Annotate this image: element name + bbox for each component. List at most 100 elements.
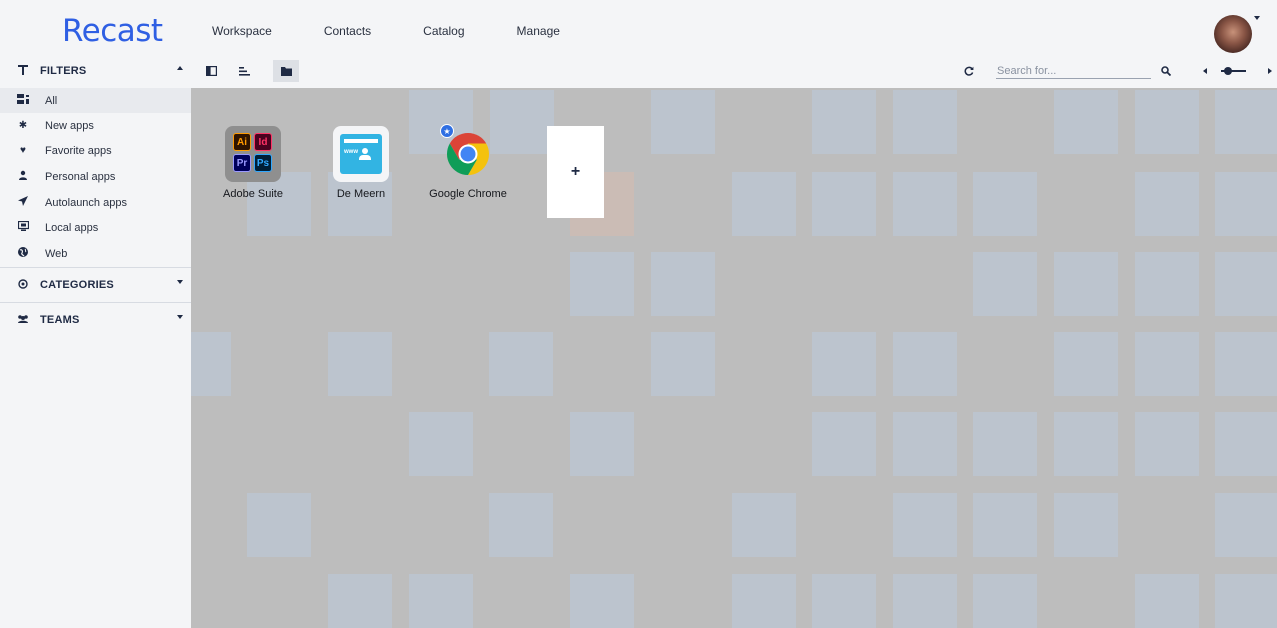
premiere-icon: Pr xyxy=(233,154,251,172)
nav-manage[interactable]: Manage xyxy=(517,24,560,38)
illustrator-icon: Ai xyxy=(233,133,251,151)
search-icon[interactable] xyxy=(1158,63,1174,79)
background-tile xyxy=(812,172,876,236)
chevron-down-icon[interactable] xyxy=(177,315,183,319)
background-tile xyxy=(893,90,957,154)
www-text: www xyxy=(344,149,359,155)
filter-item-favorite-apps[interactable]: ♥ Favorite apps xyxy=(0,138,191,163)
zoom-in-icon[interactable] xyxy=(1262,63,1277,79)
background-tile xyxy=(489,332,553,396)
background-tile xyxy=(893,172,957,236)
workspace-toolbar xyxy=(191,54,1277,88)
filter-label: New apps xyxy=(45,119,94,132)
search-input[interactable] xyxy=(997,64,1149,78)
teams-title: TEAMS xyxy=(40,314,80,326)
background-tile xyxy=(1215,252,1277,316)
app-tile-google-chrome[interactable]: ★ Google Chrome xyxy=(420,124,516,200)
panel-toggle-icon[interactable] xyxy=(203,63,219,79)
background-tile xyxy=(570,574,634,628)
background-tile xyxy=(570,252,634,316)
user-icon xyxy=(16,170,30,183)
background-tile xyxy=(191,332,231,396)
background-tile xyxy=(732,493,796,557)
web-contact-card: www xyxy=(340,134,382,174)
background-tile xyxy=(1054,493,1118,557)
background-tile xyxy=(1135,172,1199,236)
background-tile xyxy=(247,493,311,557)
filters-header[interactable]: FILTERS xyxy=(0,54,191,88)
background-tile xyxy=(328,332,392,396)
app-tile-de-meern[interactable]: www De Meern xyxy=(313,126,409,200)
background-tile xyxy=(651,332,715,396)
person-body xyxy=(359,155,371,160)
zoom-out-icon[interactable] xyxy=(1197,63,1213,79)
search-underline xyxy=(996,78,1151,79)
sort-lines-icon[interactable] xyxy=(236,63,252,79)
background-tile xyxy=(893,412,957,476)
background-tile xyxy=(1054,332,1118,396)
app-label: Adobe Suite xyxy=(223,188,283,200)
background-tile xyxy=(651,252,715,316)
chrome-icon: ★ xyxy=(440,124,496,182)
heart-icon: ♥ xyxy=(20,145,26,156)
filter-item-all[interactable]: All xyxy=(0,88,191,113)
background-tile xyxy=(328,574,392,628)
folder-icon[interactable] xyxy=(273,60,299,82)
background-tile xyxy=(812,412,876,476)
background-tile xyxy=(973,493,1037,557)
nav-contacts[interactable]: Contacts xyxy=(324,24,371,38)
nav-catalog[interactable]: Catalog xyxy=(423,24,464,38)
grid-list-icon xyxy=(16,94,30,107)
background-tile xyxy=(973,252,1037,316)
star-badge-icon: ★ xyxy=(440,124,454,138)
background-tile xyxy=(812,574,876,628)
background-tile xyxy=(1215,90,1277,154)
zoom-slider-handle[interactable] xyxy=(1224,67,1232,75)
refresh-icon[interactable] xyxy=(961,63,977,79)
background-tile xyxy=(409,412,473,476)
target-icon xyxy=(16,278,30,292)
background-tile xyxy=(973,412,1037,476)
background-tile xyxy=(1135,252,1199,316)
chevron-up-icon[interactable] xyxy=(177,66,183,70)
background-tile xyxy=(1054,90,1118,154)
filter-item-new-apps[interactable]: ✱ New apps xyxy=(0,113,191,138)
background-tile xyxy=(1054,252,1118,316)
filter-item-autolaunch-apps[interactable]: Autolaunch apps xyxy=(0,190,191,215)
filter-item-personal-apps[interactable]: Personal apps xyxy=(0,164,191,189)
background-tile xyxy=(409,574,473,628)
web-contact-icon: www xyxy=(333,126,389,182)
background-tile xyxy=(1215,332,1277,396)
background-tile xyxy=(1215,493,1277,557)
avatar[interactable] xyxy=(1214,15,1252,53)
app-tile-adobe-suite[interactable]: Ai Id Pr Ps Adobe Suite xyxy=(205,126,301,200)
background-tile xyxy=(973,172,1037,236)
background-tile xyxy=(1135,90,1199,154)
globe-icon xyxy=(16,247,30,260)
background-tile xyxy=(893,574,957,628)
background-tile xyxy=(651,90,715,154)
filter-label: Web xyxy=(45,247,68,260)
top-header: Recast Workspace Contacts Catalog Manage xyxy=(0,0,1277,60)
categories-header[interactable]: CATEGORIES xyxy=(0,268,191,302)
filter-label: Favorite apps xyxy=(45,144,112,157)
filters-title: FILTERS xyxy=(40,65,87,77)
chevron-down-icon[interactable] xyxy=(1254,16,1260,20)
background-tile xyxy=(1215,172,1277,236)
app-label: De Meern xyxy=(336,188,386,200)
background-tile xyxy=(1054,412,1118,476)
teams-header[interactable]: TEAMS xyxy=(0,303,191,337)
main-nav: Workspace Contacts Catalog Manage xyxy=(212,24,612,38)
nav-workspace[interactable]: Workspace xyxy=(212,24,272,38)
background-tile xyxy=(1215,412,1277,476)
chevron-down-icon[interactable] xyxy=(177,280,183,284)
sidebar: FILTERS All ✱ New apps ♥ Favorite apps P… xyxy=(0,54,191,628)
background-tile xyxy=(812,332,876,396)
background-tile xyxy=(732,172,796,236)
add-app-button[interactable]: + xyxy=(547,126,604,218)
filter-item-web[interactable]: Web xyxy=(0,241,191,266)
app-logo[interactable]: Recast xyxy=(62,13,163,49)
background-tile xyxy=(1135,574,1199,628)
filter-item-local-apps[interactable]: Local apps xyxy=(0,215,191,240)
background-tile xyxy=(1135,332,1199,396)
